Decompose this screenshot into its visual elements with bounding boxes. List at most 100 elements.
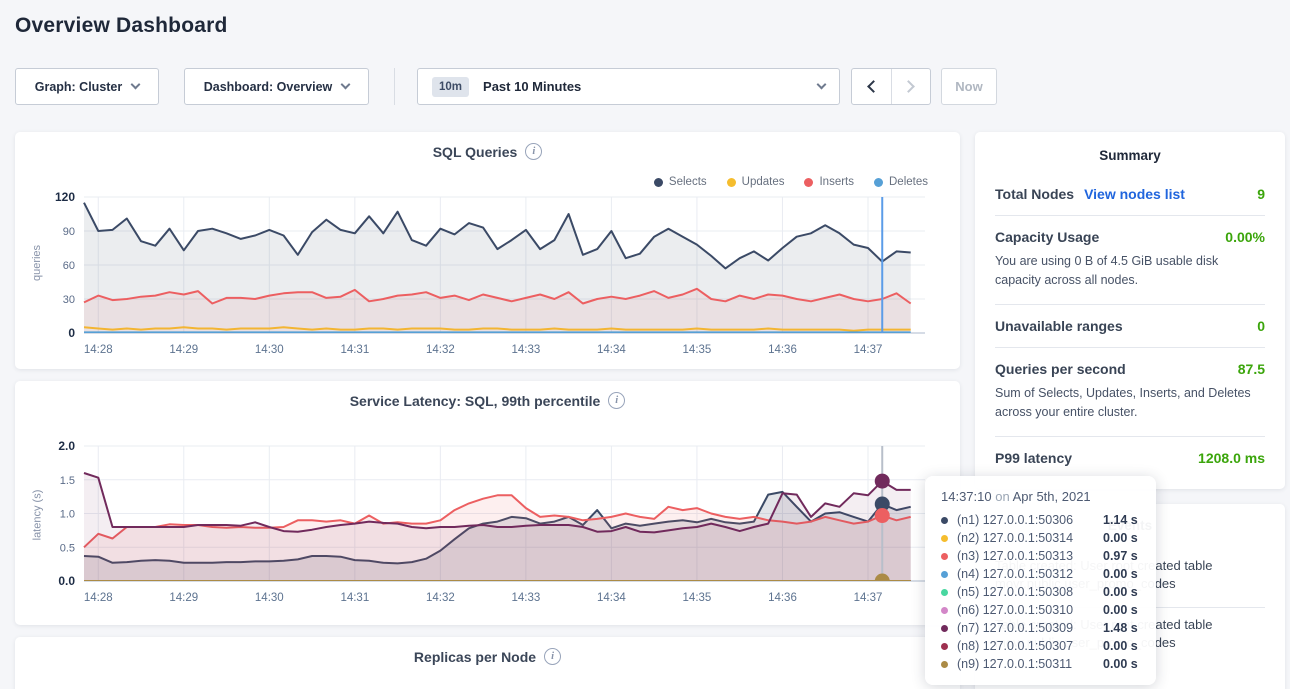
time-range-dropdown[interactable]: 10m Past 10 Minutes: [417, 68, 840, 105]
dashboard-dropdown-label: Dashboard: Overview: [204, 80, 333, 94]
tooltip-row: (n5) 127.0.0.1:503080.00 s: [941, 583, 1140, 601]
capacity-usage-label: Capacity Usage: [995, 229, 1099, 245]
node-color-dot-icon: [941, 553, 948, 560]
time-step-buttons: [851, 68, 931, 105]
svg-text:14:35: 14:35: [683, 592, 712, 604]
time-next-button[interactable]: [891, 69, 930, 104]
tooltip-row: (n7) 127.0.0.1:503091.48 s: [941, 619, 1140, 637]
time-prev-button[interactable]: [852, 69, 891, 104]
svg-text:14:30: 14:30: [255, 592, 284, 604]
tooltip-node-label: (n8) 127.0.0.1:50307: [957, 639, 1103, 653]
unavailable-ranges-label: Unavailable ranges: [995, 318, 1123, 334]
svg-text:14:35: 14:35: [683, 344, 712, 356]
graph-dropdown[interactable]: Graph: Cluster: [15, 68, 159, 105]
tooltip-row: (n6) 127.0.0.1:503100.00 s: [941, 601, 1140, 619]
total-nodes-value: 9: [1257, 186, 1265, 202]
svg-text:14:33: 14:33: [511, 592, 540, 604]
svg-text:14:37: 14:37: [854, 344, 883, 356]
unavailable-ranges-value: 0: [1257, 318, 1265, 334]
page-title: Overview Dashboard: [15, 14, 228, 38]
chevron-down-icon: [341, 80, 351, 90]
svg-text:14:36: 14:36: [768, 592, 797, 604]
tooltip-date: Apr 5th, 2021: [1013, 489, 1091, 504]
p99-latency-label: P99 latency: [995, 450, 1072, 466]
tooltip-node-value: 0.97 s: [1103, 549, 1138, 563]
tooltip-node-label: (n2) 127.0.0.1:50314: [957, 531, 1103, 545]
tooltip-row: (n9) 127.0.0.1:503110.00 s: [941, 655, 1140, 673]
svg-text:14:31: 14:31: [340, 344, 369, 356]
chart-title-row: Replicas per Node: [15, 648, 960, 665]
svg-text:14:28: 14:28: [84, 592, 113, 604]
tooltip-node-label: (n7) 127.0.0.1:50309: [957, 621, 1103, 635]
qps-label: Queries per second: [995, 361, 1126, 377]
tooltip-node-value: 0.00 s: [1103, 639, 1138, 653]
qps-description: Sum of Selects, Updates, Inserts, and De…: [995, 384, 1265, 423]
svg-text:2.0: 2.0: [58, 439, 75, 453]
tooltip-node-label: (n9) 127.0.0.1:50311: [957, 657, 1103, 671]
tooltip-row: (n1) 127.0.0.1:503061.14 s: [941, 511, 1140, 529]
info-icon[interactable]: [544, 648, 561, 665]
tooltip-node-label: (n6) 127.0.0.1:50310: [957, 603, 1103, 617]
svg-text:14:29: 14:29: [169, 344, 198, 356]
svg-text:30: 30: [63, 294, 75, 306]
node-color-dot-icon: [941, 661, 948, 668]
svg-text:0: 0: [68, 326, 75, 340]
node-color-dot-icon: [941, 607, 948, 614]
sql-queries-plot[interactable]: 14:2814:2914:3014:3114:3214:3314:3414:35…: [15, 132, 960, 367]
replicas-per-node-chart-card: Replicas per Node: [15, 637, 960, 689]
tooltip-row: (n4) 127.0.0.1:503120.00 s: [941, 565, 1140, 583]
chevron-right-icon: [903, 80, 916, 93]
svg-text:14:32: 14:32: [426, 592, 455, 604]
chevron-left-icon: [867, 80, 880, 93]
chevron-down-icon: [817, 80, 827, 90]
tooltip-node-value: 1.14 s: [1103, 513, 1138, 527]
tooltip-rows: (n1) 127.0.0.1:503061.14 s(n2) 127.0.0.1…: [941, 511, 1140, 673]
tooltip-node-label: (n4) 127.0.0.1:50312: [957, 567, 1103, 581]
dashboard-dropdown[interactable]: Dashboard: Overview: [184, 68, 369, 105]
tooltip-node-value: 0.00 s: [1103, 531, 1138, 545]
toolbar: Graph: Cluster Dashboard: Overview 10m P…: [0, 68, 1290, 105]
capacity-usage-value: 0.00%: [1225, 229, 1265, 245]
service-latency-plot[interactable]: 14:28 14:29 14:30 14:31 14:32 14:33 14:34 14:35…: [15, 381, 960, 621]
graph-dropdown-label: Graph: Cluster: [35, 80, 123, 94]
chart-title: Replicas per Node: [414, 649, 536, 665]
chart-hover-tooltip: 14:37:10 on Apr 5th, 2021 (n1) 127.0.0.1…: [925, 476, 1156, 685]
svg-text:0.0: 0.0: [58, 574, 75, 588]
qps-value: 87.5: [1238, 361, 1265, 377]
node-color-dot-icon: [941, 589, 948, 596]
view-nodes-list-link[interactable]: View nodes list: [1084, 186, 1185, 202]
svg-text:14:36: 14:36: [768, 344, 797, 356]
tooltip-node-value: 0.00 s: [1103, 657, 1138, 671]
chevron-down-icon: [131, 80, 141, 90]
tooltip-timestamp: 14:37:10 on Apr 5th, 2021: [941, 489, 1140, 504]
svg-text:14:31: 14:31: [340, 592, 369, 604]
svg-text:14:29: 14:29: [169, 592, 198, 604]
tooltip-row: (n3) 127.0.0.1:503130.97 s: [941, 547, 1140, 565]
tooltip-on: on: [995, 489, 1009, 504]
node-color-dot-icon: [941, 643, 948, 650]
summary-row-p99: P99 latency 1208.0 ms: [995, 437, 1265, 479]
node-color-dot-icon: [941, 625, 948, 632]
svg-text:14:34: 14:34: [597, 592, 626, 604]
svg-text:0.5: 0.5: [60, 542, 75, 554]
svg-text:1.5: 1.5: [60, 475, 75, 487]
svg-text:14:37: 14:37: [854, 592, 883, 604]
summary-row-unavailable-ranges: Unavailable ranges 0: [995, 305, 1265, 348]
node-color-dot-icon: [941, 517, 948, 524]
tooltip-node-value: 0.00 s: [1103, 603, 1138, 617]
summary-row-qps: Queries per second 87.5 Sum of Selects, …: [995, 348, 1265, 437]
tooltip-row: (n2) 127.0.0.1:503140.00 s: [941, 529, 1140, 547]
svg-text:14:33: 14:33: [511, 344, 540, 356]
tooltip-node-value: 0.00 s: [1103, 567, 1138, 581]
time-range-label: Past 10 Minutes: [483, 79, 818, 94]
capacity-usage-description: You are using 0 B of 4.5 GiB usable disk…: [995, 252, 1265, 291]
svg-text:14:32: 14:32: [426, 344, 455, 356]
svg-text:14:30: 14:30: [255, 344, 284, 356]
svg-text:1.0: 1.0: [60, 509, 75, 521]
total-nodes-label: Total Nodes: [995, 186, 1074, 202]
now-button[interactable]: Now: [941, 68, 997, 105]
time-range-badge: 10m: [432, 77, 469, 97]
p99-latency-value: 1208.0 ms: [1198, 450, 1265, 466]
sql-queries-chart-card: SQL Queries SelectsUpdatesInsertsDeletes…: [15, 132, 960, 369]
tooltip-node-label: (n5) 127.0.0.1:50308: [957, 585, 1103, 599]
